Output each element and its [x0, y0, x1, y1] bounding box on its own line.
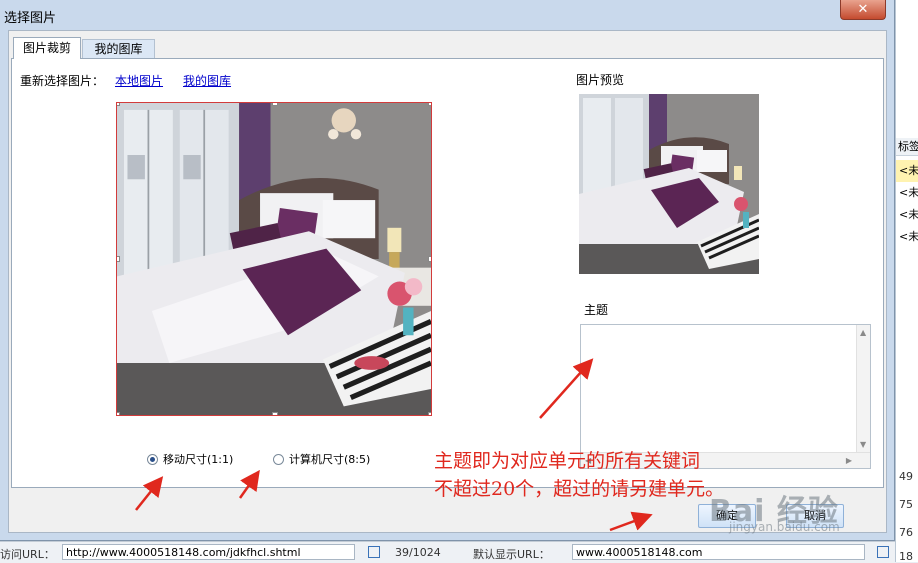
annotation-arrows — [135, 358, 653, 532]
arrow-to-mobile-option — [135, 476, 164, 511]
tab-image-crop[interactable]: 图片裁剪 — [13, 37, 81, 59]
arrow-to-subject — [539, 358, 594, 419]
arrow-to-ok-button — [609, 511, 653, 532]
arrow-to-computer-option — [238, 469, 260, 499]
